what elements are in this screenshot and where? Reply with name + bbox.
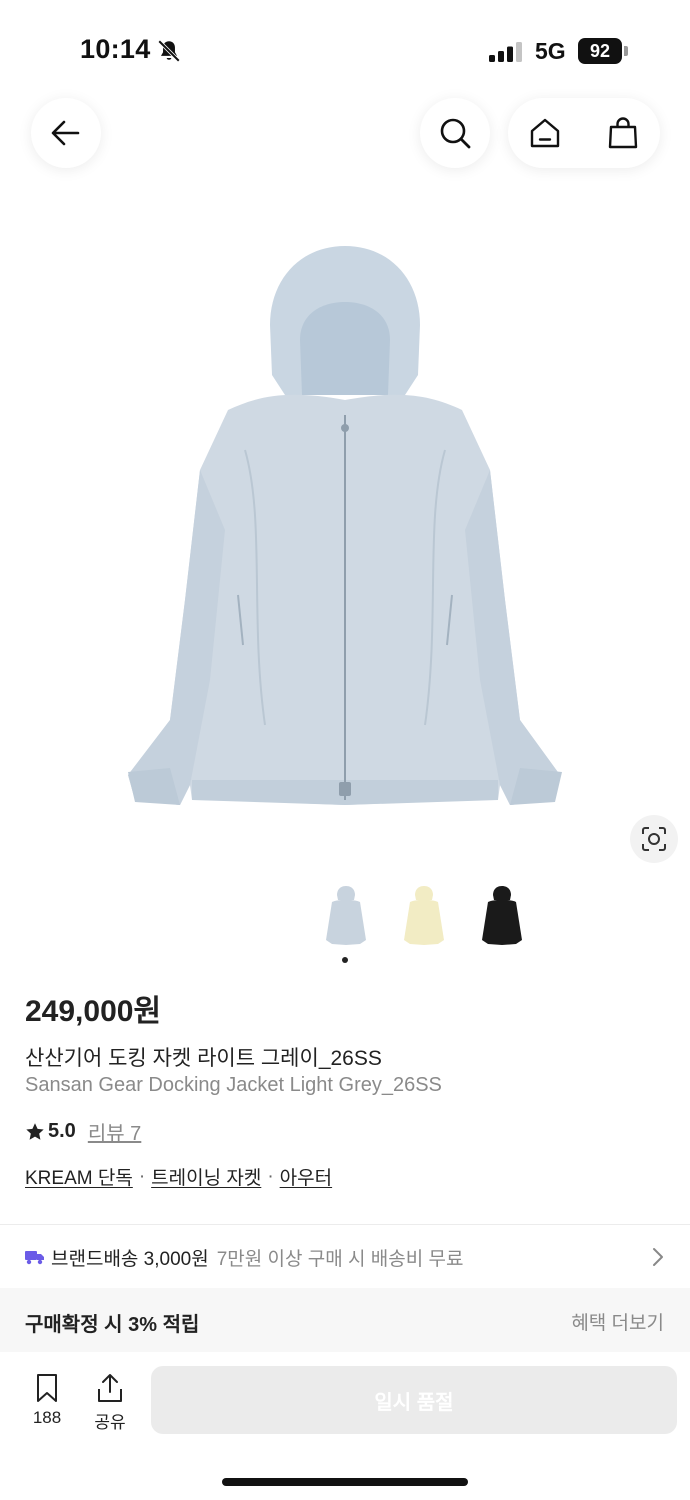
- home-cart-group: [508, 98, 660, 168]
- truck-cab: [37, 1254, 44, 1260]
- share-icon: [98, 1374, 122, 1402]
- thumbnail-hood: [337, 886, 355, 900]
- review-link[interactable]: 리뷰 7: [88, 1117, 141, 1146]
- share-label: 공유: [94, 1413, 126, 1432]
- shopping-bag-icon[interactable]: [606, 116, 640, 150]
- sold-out-button[interactable]: 일시 품절: [151, 1366, 677, 1434]
- chevron-right-icon: [653, 1248, 663, 1266]
- shipping-row[interactable]: 브랜드배송 3,000원 7만원 이상 구매 시 배송비 무료: [25, 1240, 665, 1274]
- benefit-label: 구매확정 시 3% 적립: [25, 1314, 200, 1336]
- tag-separator: ·: [267, 1165, 274, 1187]
- thumbnail-body: [482, 899, 522, 945]
- truck-wheel: [37, 1259, 43, 1265]
- thumbnail-body: [326, 899, 366, 945]
- rating-score: 5.0: [48, 1120, 76, 1142]
- tag-training-jacket[interactable]: 트레이닝 자켓: [151, 1163, 261, 1190]
- battery-level: 92: [578, 38, 622, 64]
- image-search-button[interactable]: [630, 815, 678, 863]
- product-name-ko: 산산기어 도킹 자켓 라이트 그레이_26SS: [25, 1047, 382, 1070]
- arrow-left-icon: [51, 120, 80, 146]
- status-bar: 10:14 5G 92: [0, 0, 690, 100]
- truck-box: [25, 1251, 37, 1260]
- section-divider: [0, 1224, 690, 1225]
- thumbnail-cream[interactable]: [398, 882, 450, 948]
- product-price: 249,000원: [25, 995, 162, 1028]
- thumbnail-light-grey[interactable]: [320, 882, 372, 948]
- back-button[interactable]: [31, 98, 101, 168]
- home-indicator: [222, 1478, 468, 1486]
- bell-slash-icon: [157, 39, 181, 63]
- category-tags: KREAM 단독 · 트레이닝 자켓 · 아우터: [25, 1163, 332, 1190]
- thumbnail-hood: [493, 886, 511, 900]
- bookmark-icon: [37, 1374, 57, 1402]
- carousel-indicator: [342, 957, 348, 963]
- product-image[interactable]: [0, 200, 690, 880]
- share-button[interactable]: 공유: [85, 1372, 135, 1433]
- search-button[interactable]: [420, 98, 490, 168]
- status-time: 10:14: [80, 34, 151, 64]
- save-button[interactable]: 188: [22, 1372, 72, 1428]
- tag-separator: ·: [138, 1165, 146, 1187]
- truck-icon: [25, 1251, 44, 1265]
- tag-exclusive[interactable]: KREAM 단독: [25, 1163, 133, 1190]
- product-name-en: Sansan Gear Docking Jacket Light Grey_26…: [25, 1074, 442, 1096]
- star-icon: [26, 1122, 44, 1140]
- rating-row: 5.0 리뷰 7: [25, 1117, 141, 1146]
- truck-wheel: [26, 1259, 32, 1265]
- signal-icon: [489, 42, 522, 62]
- save-count: 188: [32, 1408, 62, 1427]
- network-type: 5G: [535, 38, 566, 64]
- shipping-note: 7만원 이상 구매 시 배송비 무료: [216, 1248, 464, 1270]
- tag-outer[interactable]: 아우터: [280, 1163, 332, 1190]
- benefit-more-link[interactable]: 혜택 더보기: [571, 1308, 664, 1335]
- search-icon: [440, 118, 471, 149]
- benefit-row: 구매확정 시 3% 적립 혜택 더보기: [0, 1288, 690, 1352]
- thumbnail-body: [404, 899, 444, 945]
- lens-scan-icon: [642, 827, 666, 851]
- home-icon[interactable]: [528, 116, 562, 150]
- thumbnail-list: [320, 882, 560, 952]
- battery-icon: 92: [578, 38, 628, 64]
- thumbnail-hood: [415, 886, 433, 900]
- thumbnail-black[interactable]: [476, 882, 528, 948]
- shipping-fee: 브랜드배송 3,000원: [51, 1248, 209, 1270]
